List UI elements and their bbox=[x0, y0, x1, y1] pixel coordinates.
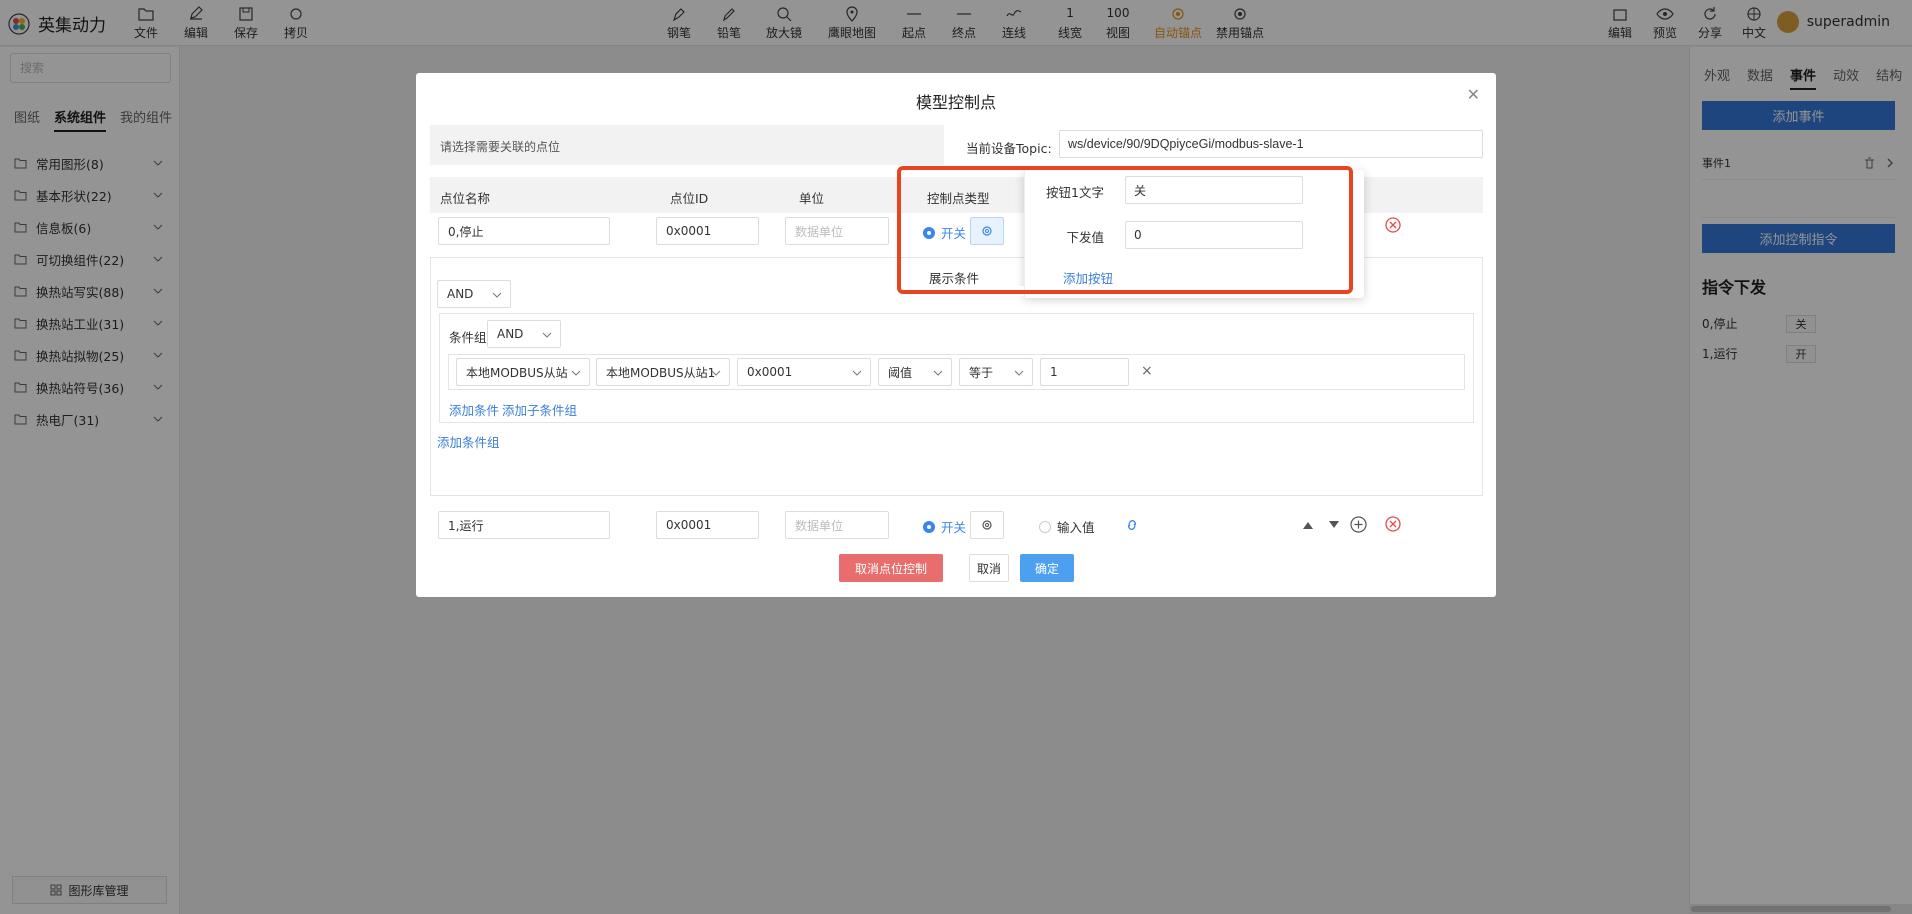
chevron-down-icon bbox=[571, 370, 581, 376]
condition-value-input[interactable]: 1 bbox=[1040, 358, 1129, 386]
register-select[interactable]: 0x0001 bbox=[737, 358, 871, 386]
point-name-input[interactable]: 0,停止 bbox=[438, 217, 610, 245]
threshold-select[interactable]: 阈值 bbox=[878, 358, 952, 386]
add-condition-link[interactable]: 添加条件 bbox=[449, 400, 499, 419]
model-control-dialog: 模型控制点 ✕ 请选择需要关联的点位 当前设备Topic: 点位名称 点位ID … bbox=[416, 73, 1496, 597]
group-logic-select[interactable]: AND bbox=[487, 320, 561, 348]
unit-input[interactable]: 数据单位 bbox=[785, 217, 889, 245]
point-id-input[interactable]: 0x0001 bbox=[656, 511, 759, 539]
chevron-down-icon bbox=[933, 370, 943, 376]
dialog-title: 模型控制点 bbox=[915, 93, 996, 112]
input-value-radio[interactable]: 输入值 bbox=[1039, 517, 1095, 536]
condition-row: 本地MODBUS从站 本地MODBUS从站1 0x0001 阈值 等于 1 × bbox=[448, 354, 1465, 390]
topic-label: 当前设备Topic: bbox=[966, 141, 1052, 156]
add-sub-group-link[interactable]: 添加子条件组 bbox=[502, 400, 577, 419]
column-point-id: 点位ID bbox=[670, 191, 709, 206]
point-id-input[interactable]: 0x0001 bbox=[656, 217, 759, 245]
move-up-icon[interactable] bbox=[1302, 520, 1314, 530]
point-name-input[interactable]: 1,运行 bbox=[438, 511, 610, 539]
switch-settings-button[interactable] bbox=[970, 511, 1004, 539]
column-point-name: 点位名称 bbox=[440, 191, 491, 206]
gear-icon bbox=[982, 520, 992, 530]
move-down-icon[interactable] bbox=[1328, 520, 1340, 530]
add-row-icon[interactable] bbox=[1350, 516, 1367, 533]
topic-input[interactable] bbox=[1059, 130, 1483, 158]
chevron-down-icon bbox=[492, 292, 502, 298]
cancel-button[interactable]: 取消 bbox=[969, 554, 1009, 582]
switch-radio[interactable]: 开关 bbox=[923, 517, 966, 536]
remove-row-icon[interactable] bbox=[1385, 516, 1401, 532]
chevron-down-icon bbox=[1014, 370, 1024, 376]
point-hint: 请选择需要关联的点位 bbox=[430, 125, 944, 165]
link-icon[interactable] bbox=[1124, 518, 1140, 532]
station-select[interactable]: 本地MODBUS从站 bbox=[456, 358, 590, 386]
radio-unchecked-icon bbox=[1039, 520, 1051, 533]
condition-group-label: 条件组 bbox=[449, 330, 487, 345]
close-icon[interactable]: ✕ bbox=[1467, 85, 1480, 104]
column-unit: 单位 bbox=[799, 191, 825, 206]
remove-condition-icon[interactable]: × bbox=[1141, 363, 1153, 379]
radio-checked-icon bbox=[923, 520, 935, 533]
chevron-down-icon bbox=[711, 370, 721, 376]
divider bbox=[430, 495, 1483, 496]
slave-select[interactable]: 本地MODBUS从站1 bbox=[596, 358, 730, 386]
remove-row-icon[interactable] bbox=[1385, 217, 1401, 233]
operator-select[interactable]: 等于 bbox=[959, 358, 1033, 386]
confirm-button[interactable]: 确定 bbox=[1020, 554, 1074, 582]
highlight-annotation bbox=[897, 166, 1353, 294]
condition-group: 条件组 AND 本地MODBUS从站 本地MODBUS从站1 0x0001 阈值… bbox=[439, 313, 1474, 423]
add-condition-group-link[interactable]: 添加条件组 bbox=[437, 432, 500, 451]
cancel-point-control-button[interactable]: 取消点位控制 bbox=[839, 554, 943, 582]
unit-input[interactable]: 数据单位 bbox=[785, 511, 889, 539]
chevron-down-icon bbox=[542, 332, 552, 338]
logic-select[interactable]: AND bbox=[437, 280, 511, 308]
chevron-down-icon bbox=[852, 370, 862, 376]
